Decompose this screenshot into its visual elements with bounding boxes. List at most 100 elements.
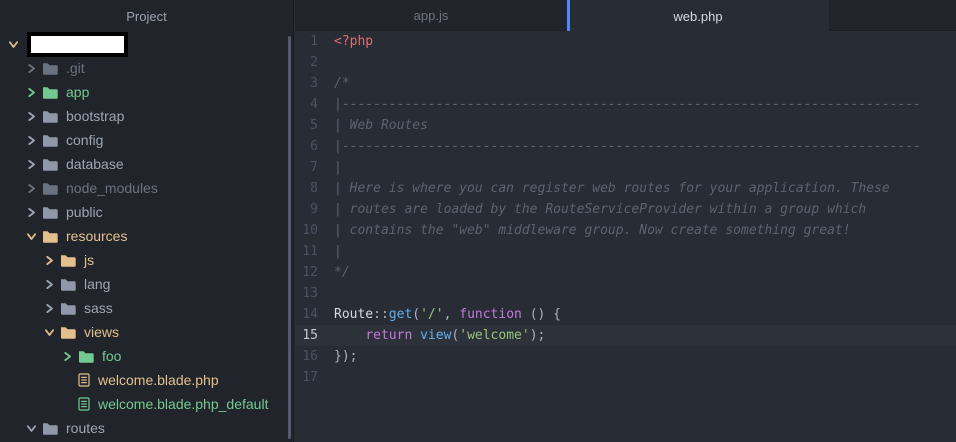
code-line-4[interactable]: 4 |--------------------------------------…: [295, 94, 956, 115]
folder-icon: [60, 302, 76, 315]
line-number[interactable]: 10: [295, 220, 334, 241]
chevron-right-icon[interactable]: [26, 207, 36, 217]
line-number[interactable]: 12: [295, 262, 334, 283]
tree-item-config[interactable]: config: [0, 128, 293, 152]
code-line-1[interactable]: 1 <?php: [295, 31, 956, 52]
tree-item-welcome-blade-php-default[interactable]: welcome.blade.php_default: [0, 392, 293, 416]
folder-icon: [42, 62, 58, 75]
line-number[interactable]: 11: [295, 241, 334, 262]
code-line-11[interactable]: 11 |: [295, 241, 956, 262]
code-line-12[interactable]: 12 */: [295, 262, 956, 283]
chevron-right-icon[interactable]: [26, 159, 36, 169]
chevron-right-icon[interactable]: [44, 255, 54, 265]
tree-item-label: .git: [66, 60, 85, 76]
chevron-right-icon[interactable]: [26, 63, 36, 73]
line-number[interactable]: 6: [295, 136, 334, 157]
folder-icon: [42, 134, 58, 147]
line-number[interactable]: 16: [295, 346, 334, 367]
tab-bar: app.js web.php: [295, 0, 956, 32]
line-number[interactable]: 15: [295, 325, 334, 346]
tree-item-routes[interactable]: routes: [0, 416, 293, 440]
code-editor[interactable]: 1 <?php 2 3/* 4 |----------------------------…: [295, 31, 956, 442]
chevron-right-icon[interactable]: [26, 183, 36, 193]
code-line-10[interactable]: 10 | contains the "web" middleware group.…: [295, 220, 956, 241]
line-number[interactable]: 3: [295, 73, 334, 94]
code-line-text: | contains the "web" middleware group. N…: [334, 223, 851, 238]
code-line-text: | Web Routes: [334, 118, 428, 133]
chevron-down-icon[interactable]: [26, 231, 36, 241]
tree-item-label: welcome.blade.php: [98, 372, 219, 388]
chevron-right-icon[interactable]: [44, 279, 54, 289]
file-tree: .git app bootstrap config database node_modul…: [0, 31, 293, 440]
tree-item-project-root[interactable]: [0, 31, 293, 57]
chevron-down-icon[interactable]: [26, 423, 36, 433]
code-line-6[interactable]: 6 |--------------------------------------…: [295, 136, 956, 157]
line-number[interactable]: 9: [295, 199, 334, 220]
tree-item-lang[interactable]: lang: [0, 272, 293, 296]
code-line-15[interactable]: 15 return view('welcome');: [295, 325, 956, 346]
code-line-14[interactable]: 14 Route::get('/', function () {: [295, 304, 956, 325]
line-number[interactable]: 14: [295, 304, 334, 325]
tree-item-label: sass: [84, 300, 113, 316]
tree-item-views[interactable]: views: [0, 320, 293, 344]
line-number[interactable]: 7: [295, 157, 334, 178]
tree-item-label: database: [66, 156, 124, 172]
line-number[interactable]: 2: [295, 52, 334, 73]
code-line-text: | Here is where you can register web rou…: [334, 181, 890, 196]
tree-item-foo[interactable]: foo: [0, 344, 293, 368]
tree-item-js[interactable]: js: [0, 248, 293, 272]
tree-item-label: config: [66, 132, 104, 148]
code-line-text: |---------------------------------------…: [334, 139, 921, 154]
line-number[interactable]: 8: [295, 178, 334, 199]
line-number[interactable]: 5: [295, 115, 334, 136]
chevron-right-icon[interactable]: [26, 135, 36, 145]
line-number[interactable]: 4: [295, 94, 334, 115]
code-line-2[interactable]: 2: [295, 52, 956, 73]
tree-item-label: public: [66, 204, 103, 220]
code-line-16[interactable]: 16});: [295, 346, 956, 367]
folder-icon: [42, 422, 58, 435]
tree-item-bootstrap[interactable]: bootstrap: [0, 104, 293, 128]
line-number[interactable]: 1: [295, 31, 334, 52]
line-number[interactable]: 17: [295, 367, 334, 388]
file-text-icon: [78, 397, 90, 411]
code-line-13[interactable]: 13: [295, 283, 956, 304]
tree-item-node-modules[interactable]: node_modules: [0, 176, 293, 200]
tree-item-label: app: [66, 84, 90, 100]
tree-item-database[interactable]: database: [0, 152, 293, 176]
chevron-right-icon[interactable]: [26, 87, 36, 97]
tree-item-resources[interactable]: resources: [0, 224, 293, 248]
chevron-down-icon[interactable]: [44, 327, 54, 337]
project-root-name-redacted[interactable]: [27, 31, 128, 57]
tree-scrollbar[interactable]: [288, 36, 291, 439]
tree-item--git[interactable]: .git: [0, 56, 293, 80]
tab-app-js[interactable]: app.js: [295, 0, 567, 31]
chevron-right-icon[interactable]: [26, 111, 36, 121]
folder-icon: [42, 182, 58, 195]
folder-icon: [42, 86, 58, 99]
tree-item-label: views: [84, 324, 120, 340]
tree-item-sass[interactable]: sass: [0, 296, 293, 320]
tree-item-public[interactable]: public: [0, 200, 293, 224]
line-number[interactable]: 13: [295, 283, 334, 304]
code-line-7[interactable]: 7 |: [295, 157, 956, 178]
code-line-17[interactable]: 17: [295, 367, 956, 388]
code-line-text: <?php: [334, 34, 374, 49]
chevron-down-icon[interactable]: [8, 39, 18, 49]
chevron-right-icon[interactable]: [44, 303, 54, 313]
code-line-text: | routes are loaded by the RouteServiceP…: [334, 202, 867, 217]
tab-web-php[interactable]: web.php: [567, 0, 829, 32]
tree-item-app[interactable]: app: [0, 80, 293, 104]
code-line-5[interactable]: 5 | Web Routes: [295, 115, 956, 136]
folder-icon: [42, 206, 58, 219]
tree-item-welcome-blade-php[interactable]: welcome.blade.php: [0, 368, 293, 392]
chevron-right-icon[interactable]: [62, 351, 72, 361]
code-line-8[interactable]: 8 | Here is where you can register web ro…: [295, 178, 956, 199]
code-line-3[interactable]: 3/*: [295, 73, 956, 94]
tree-item-label: resources: [66, 228, 128, 244]
code-line-9[interactable]: 9 | routes are loaded by the RouteService…: [295, 199, 956, 220]
